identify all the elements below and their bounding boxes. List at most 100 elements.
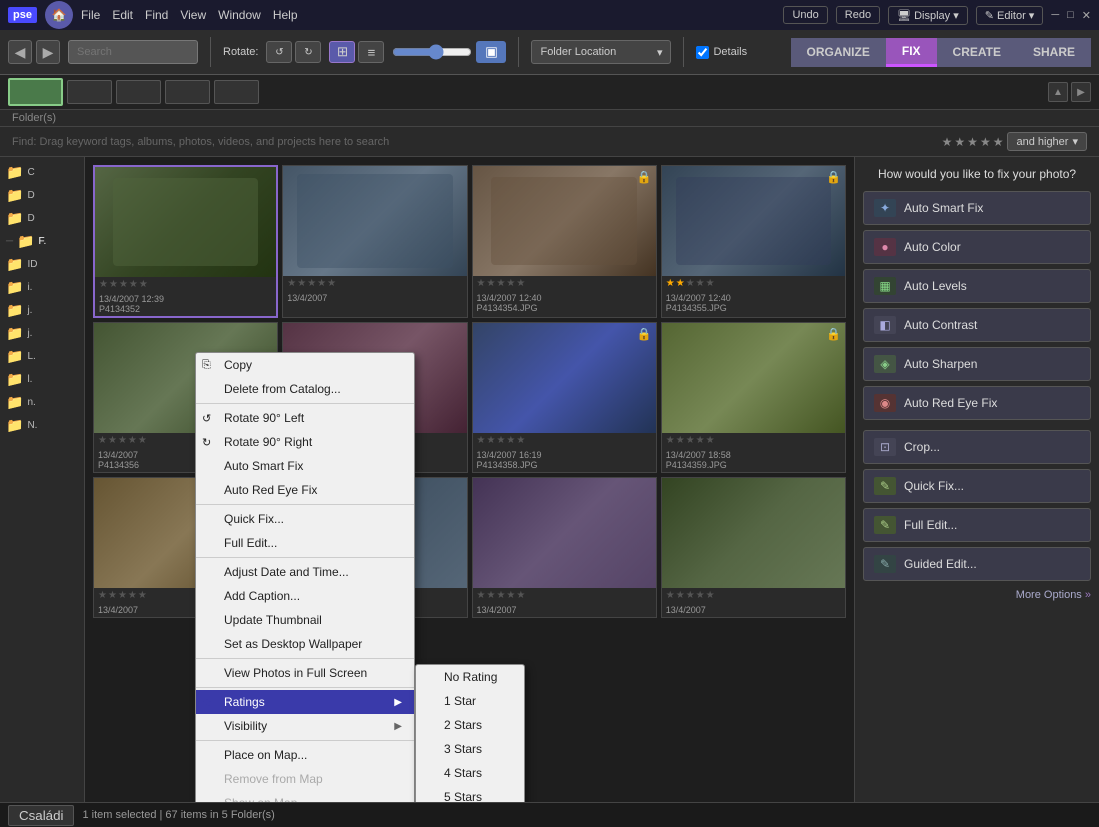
sidebar-item-i[interactable]: 📁 i. [0, 276, 84, 299]
photo-cell-1[interactable]: ★★★★★ 13/4/2007 12:39P4134352 [93, 165, 278, 318]
star-1[interactable]: ★ [942, 135, 953, 149]
star-3[interactable]: ★ [967, 135, 978, 149]
tab-share[interactable]: SHARE [1017, 38, 1091, 67]
rotate-right-button[interactable]: ↻ [295, 41, 321, 63]
back-button[interactable]: ◀ [8, 40, 32, 64]
cm-ratings[interactable]: ★ Ratings ▶ [196, 690, 414, 714]
rating-2-stars[interactable]: 2 Stars [416, 713, 524, 737]
cm-full-edit[interactable]: Full Edit... [196, 531, 414, 555]
cm-auto-smart-fix[interactable]: Auto Smart Fix [196, 454, 414, 478]
more-options-link[interactable]: More Options » [863, 589, 1091, 601]
home-icon[interactable]: 🏠 [45, 1, 73, 29]
sidebar-item-d2[interactable]: 📁 D [0, 207, 84, 230]
menu-find[interactable]: Find [145, 8, 168, 22]
sidebar-item-id[interactable]: 📁 ID [0, 253, 84, 276]
grid-view-button[interactable]: ⊞ [329, 41, 355, 63]
rotate-left-button[interactable]: ↺ [266, 41, 292, 63]
star-5[interactable]: ★ [993, 135, 1004, 149]
strip-collapse-btn[interactable]: ▲ [1048, 82, 1068, 102]
sidebar-item-l2[interactable]: 📁 l. [0, 368, 84, 391]
sidebar-item-n2[interactable]: 📁 N. [0, 414, 84, 437]
sidebar-item-j2[interactable]: 📁 j. [0, 322, 84, 345]
redo-button[interactable]: Redo [836, 6, 880, 24]
photo-grid-container: ★★★★★ 13/4/2007 12:39P4134352 ★★★★★ 13/4… [85, 157, 854, 802]
auto-color-button[interactable]: ● Auto Color [863, 230, 1091, 264]
editor-button[interactable]: ✎ Editor ▾ [976, 6, 1044, 25]
strip-thumbnail-2[interactable] [116, 80, 161, 104]
menu-help[interactable]: Help [273, 8, 298, 22]
star-rating-filter[interactable]: ★ ★ ★ ★ ★ [942, 135, 1004, 149]
copy-icon: ⎘ [202, 359, 211, 372]
folder-location-dropdown[interactable]: Folder Location ▾ [531, 40, 671, 64]
quick-fix-button[interactable]: ✎ Quick Fix... [863, 469, 1091, 503]
rating-no-rating[interactable]: No Rating [416, 665, 524, 689]
cm-view-fullscreen[interactable]: View Photos in Full Screen [196, 661, 414, 685]
tab-create[interactable]: CREATE [937, 38, 1017, 67]
forward-button[interactable]: ▶ [36, 40, 60, 64]
strip-thumbnail-active[interactable] [8, 78, 63, 106]
cm-add-caption[interactable]: Add Caption... [196, 584, 414, 608]
strip-thumbnail-1[interactable] [67, 80, 112, 104]
rating-5-stars[interactable]: 5 Stars [416, 785, 524, 802]
auto-sharpen-button[interactable]: ◈ Auto Sharpen [863, 347, 1091, 381]
and-higher-dropdown[interactable]: and higher ▾ [1007, 132, 1087, 151]
rating-3-stars[interactable]: 3 Stars [416, 737, 524, 761]
auto-smart-fix-button[interactable]: ✦ Auto Smart Fix [863, 191, 1091, 225]
tab-fix[interactable]: FIX [886, 38, 937, 67]
photo-cell-2[interactable]: ★★★★★ 13/4/2007 [282, 165, 467, 318]
strip-thumbnail-3[interactable] [165, 80, 210, 104]
sidebar-item-n1[interactable]: 📁 n. [0, 391, 84, 414]
tab-organize[interactable]: ORGANIZE [791, 38, 886, 67]
undo-button[interactable]: Undo [783, 6, 827, 24]
title-bar-right: Undo Redo 🖥 Display ▾ ✎ Editor ▾ ─ □ ✕ [783, 6, 1091, 25]
crop-button[interactable]: ⊡ Crop... [863, 430, 1091, 464]
menu-edit[interactable]: Edit [112, 8, 133, 22]
cm-place-on-map[interactable]: Place on Map... [196, 743, 414, 767]
star-2[interactable]: ★ [954, 135, 965, 149]
auto-red-eye-fix-button[interactable]: ◉ Auto Red Eye Fix [863, 386, 1091, 420]
cm-rotate-left[interactable]: ↺ Rotate 90° Left [196, 406, 414, 430]
sidebar-item-c[interactable]: 📁 C [0, 161, 84, 184]
zoom-slider[interactable] [392, 44, 472, 60]
status-tab-csaldi[interactable]: Családi [8, 805, 74, 826]
cm-rotate-right[interactable]: ↻ Rotate 90° Right [196, 430, 414, 454]
minimize-btn[interactable]: ─ [1051, 9, 1059, 21]
photo-cell-12[interactable]: ★★★★★ 13/4/2007 [661, 477, 846, 618]
maximize-btn[interactable]: □ [1067, 9, 1074, 21]
menu-window[interactable]: Window [218, 8, 261, 22]
auto-levels-button[interactable]: ▦ Auto Levels [863, 269, 1091, 303]
photo-cell-11[interactable]: ★★★★★ 13/4/2007 [472, 477, 657, 618]
cm-desktop-wallpaper[interactable]: Set as Desktop Wallpaper [196, 632, 414, 656]
menu-file[interactable]: File [81, 8, 100, 22]
cm-visibility[interactable]: Visibility ▶ [196, 714, 414, 738]
cm-adjust-date[interactable]: Adjust Date and Time... [196, 560, 414, 584]
rating-1-star[interactable]: 1 Star [416, 689, 524, 713]
photo-cell-8[interactable]: 🔒 ★★★★★ 13/4/2007 18:58P4134359.JPG [661, 322, 846, 473]
sidebar-item-d1[interactable]: 📁 D [0, 184, 84, 207]
cm-copy[interactable]: ⎘ Copy [196, 353, 414, 377]
photo-cell-3[interactable]: 🔒 ★★★★★ 13/4/2007 12:40P4134354.JPG [472, 165, 657, 318]
close-btn[interactable]: ✕ [1082, 9, 1091, 22]
sidebar-item-f[interactable]: ─ 📁 F. [0, 230, 84, 253]
strip-scroll-right-btn[interactable]: ▶ [1071, 82, 1091, 102]
list-view-button[interactable]: ≡ [358, 41, 384, 63]
menu-view[interactable]: View [180, 8, 206, 22]
rating-4-stars[interactable]: 4 Stars [416, 761, 524, 785]
auto-contrast-button[interactable]: ◧ Auto Contrast [863, 308, 1091, 342]
strip-thumbnail-4[interactable] [214, 80, 259, 104]
photo-cell-7[interactable]: 🔒 ★★★★★ 13/4/2007 16:19P4134358.JPG [472, 322, 657, 473]
display-button[interactable]: 🖥 Display ▾ [888, 6, 968, 25]
zoom-confirm-button[interactable]: ▣ [476, 41, 506, 63]
search-input[interactable] [68, 40, 198, 64]
cm-update-thumbnail[interactable]: Update Thumbnail [196, 608, 414, 632]
details-checkbox[interactable] [696, 46, 709, 59]
full-edit-button[interactable]: ✎ Full Edit... [863, 508, 1091, 542]
sidebar-item-l1[interactable]: 📁 L. [0, 345, 84, 368]
guided-edit-button[interactable]: ✎ Guided Edit... [863, 547, 1091, 581]
cm-quick-fix[interactable]: Quick Fix... [196, 507, 414, 531]
star-4[interactable]: ★ [980, 135, 991, 149]
photo-cell-4[interactable]: 🔒 ★★★★★ 13/4/2007 12:40P4134355.JPG [661, 165, 846, 318]
cm-auto-red-eye[interactable]: Auto Red Eye Fix [196, 478, 414, 502]
cm-delete[interactable]: Delete from Catalog... [196, 377, 414, 401]
sidebar-item-j1[interactable]: 📁 j. [0, 299, 84, 322]
